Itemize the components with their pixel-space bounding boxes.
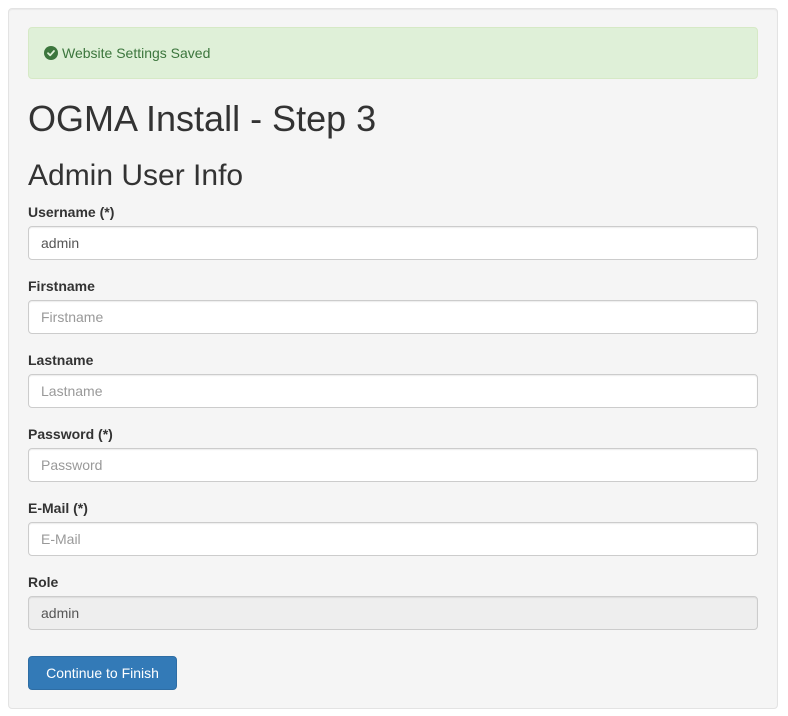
role-label: Role — [28, 574, 59, 590]
install-panel: Website Settings Saved OGMA Install - St… — [8, 8, 778, 709]
lastname-label: Lastname — [28, 352, 94, 368]
alert-message: Website Settings Saved — [62, 45, 211, 61]
password-label: Password (*) — [28, 426, 113, 442]
continue-to-finish-button[interactable]: Continue to Finish — [28, 656, 177, 690]
firstname-field[interactable] — [28, 300, 758, 334]
lastname-field[interactable] — [28, 374, 758, 408]
username-field[interactable] — [28, 226, 758, 260]
role-field — [28, 596, 758, 630]
firstname-label: Firstname — [28, 278, 95, 294]
password-field[interactable] — [28, 448, 758, 482]
username-label: Username (*) — [28, 204, 115, 220]
page-title: OGMA Install - Step 3 — [28, 98, 377, 139]
check-circle-icon — [44, 46, 58, 60]
email-label: E-Mail (*) — [28, 500, 88, 516]
success-alert: Website Settings Saved — [28, 27, 758, 79]
section-title: Admin User Info — [28, 159, 244, 192]
email-field[interactable] — [28, 522, 758, 556]
